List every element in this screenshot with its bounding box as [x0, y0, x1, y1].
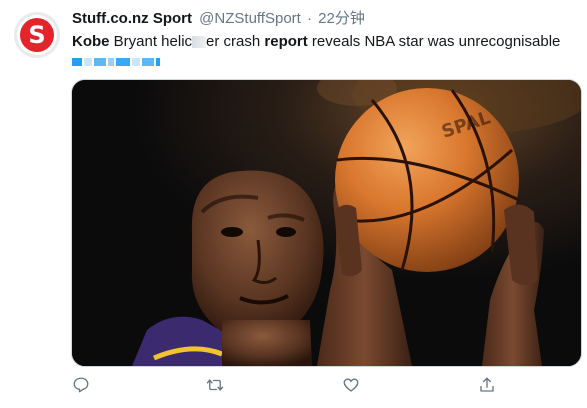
tweet-text-segment: Kobe: [72, 33, 110, 50]
tweet-actions: [60, 372, 520, 398]
redaction-block: [84, 58, 92, 66]
reply-icon: [73, 377, 89, 393]
tweet-header: Stuff.co.nz Sport @NZStuffSport · 22分钟: [72, 9, 365, 29]
redacted-link[interactable]: [72, 54, 160, 70]
user-handle[interactable]: @NZStuffSport: [199, 10, 301, 27]
heart-icon: [343, 378, 359, 392]
redaction-block: [142, 58, 154, 66]
tweet-text-segment: reveals NBA star was unrecognisable: [307, 33, 561, 50]
tweet[interactable]: S Stuff.co.nz Sport @NZStuffSport · 22分钟…: [0, 0, 587, 408]
retweet-icon: [206, 379, 224, 391]
share-button[interactable]: [474, 372, 500, 398]
tweet-text: Kobe Bryant helic er crash report reveal…: [72, 32, 582, 52]
redaction-block: [108, 58, 114, 66]
tweet-text-segment: [192, 36, 207, 49]
stuff-logo: S: [20, 18, 54, 52]
retweet-button[interactable]: [202, 372, 228, 398]
tweet-text-segment: er crash: [206, 33, 265, 50]
reply-button[interactable]: [68, 372, 94, 398]
redaction-block: [156, 58, 160, 66]
tweet-text-segment: Bryant helic: [109, 33, 193, 50]
basketball-photo: SPAL: [72, 80, 581, 366]
share-icon: [480, 377, 494, 392]
avatar[interactable]: S: [14, 12, 60, 58]
redaction-block: [116, 58, 130, 66]
like-button[interactable]: [338, 372, 364, 398]
redaction-block: [94, 58, 106, 66]
separator: ·: [307, 10, 312, 27]
display-name[interactable]: Stuff.co.nz Sport: [72, 10, 192, 27]
tweet-text-segment: report: [264, 33, 308, 50]
timestamp[interactable]: 22分钟: [318, 10, 365, 27]
redaction-block: [72, 58, 82, 66]
redaction-block: [132, 58, 140, 66]
tweet-media[interactable]: SPAL: [71, 79, 582, 367]
